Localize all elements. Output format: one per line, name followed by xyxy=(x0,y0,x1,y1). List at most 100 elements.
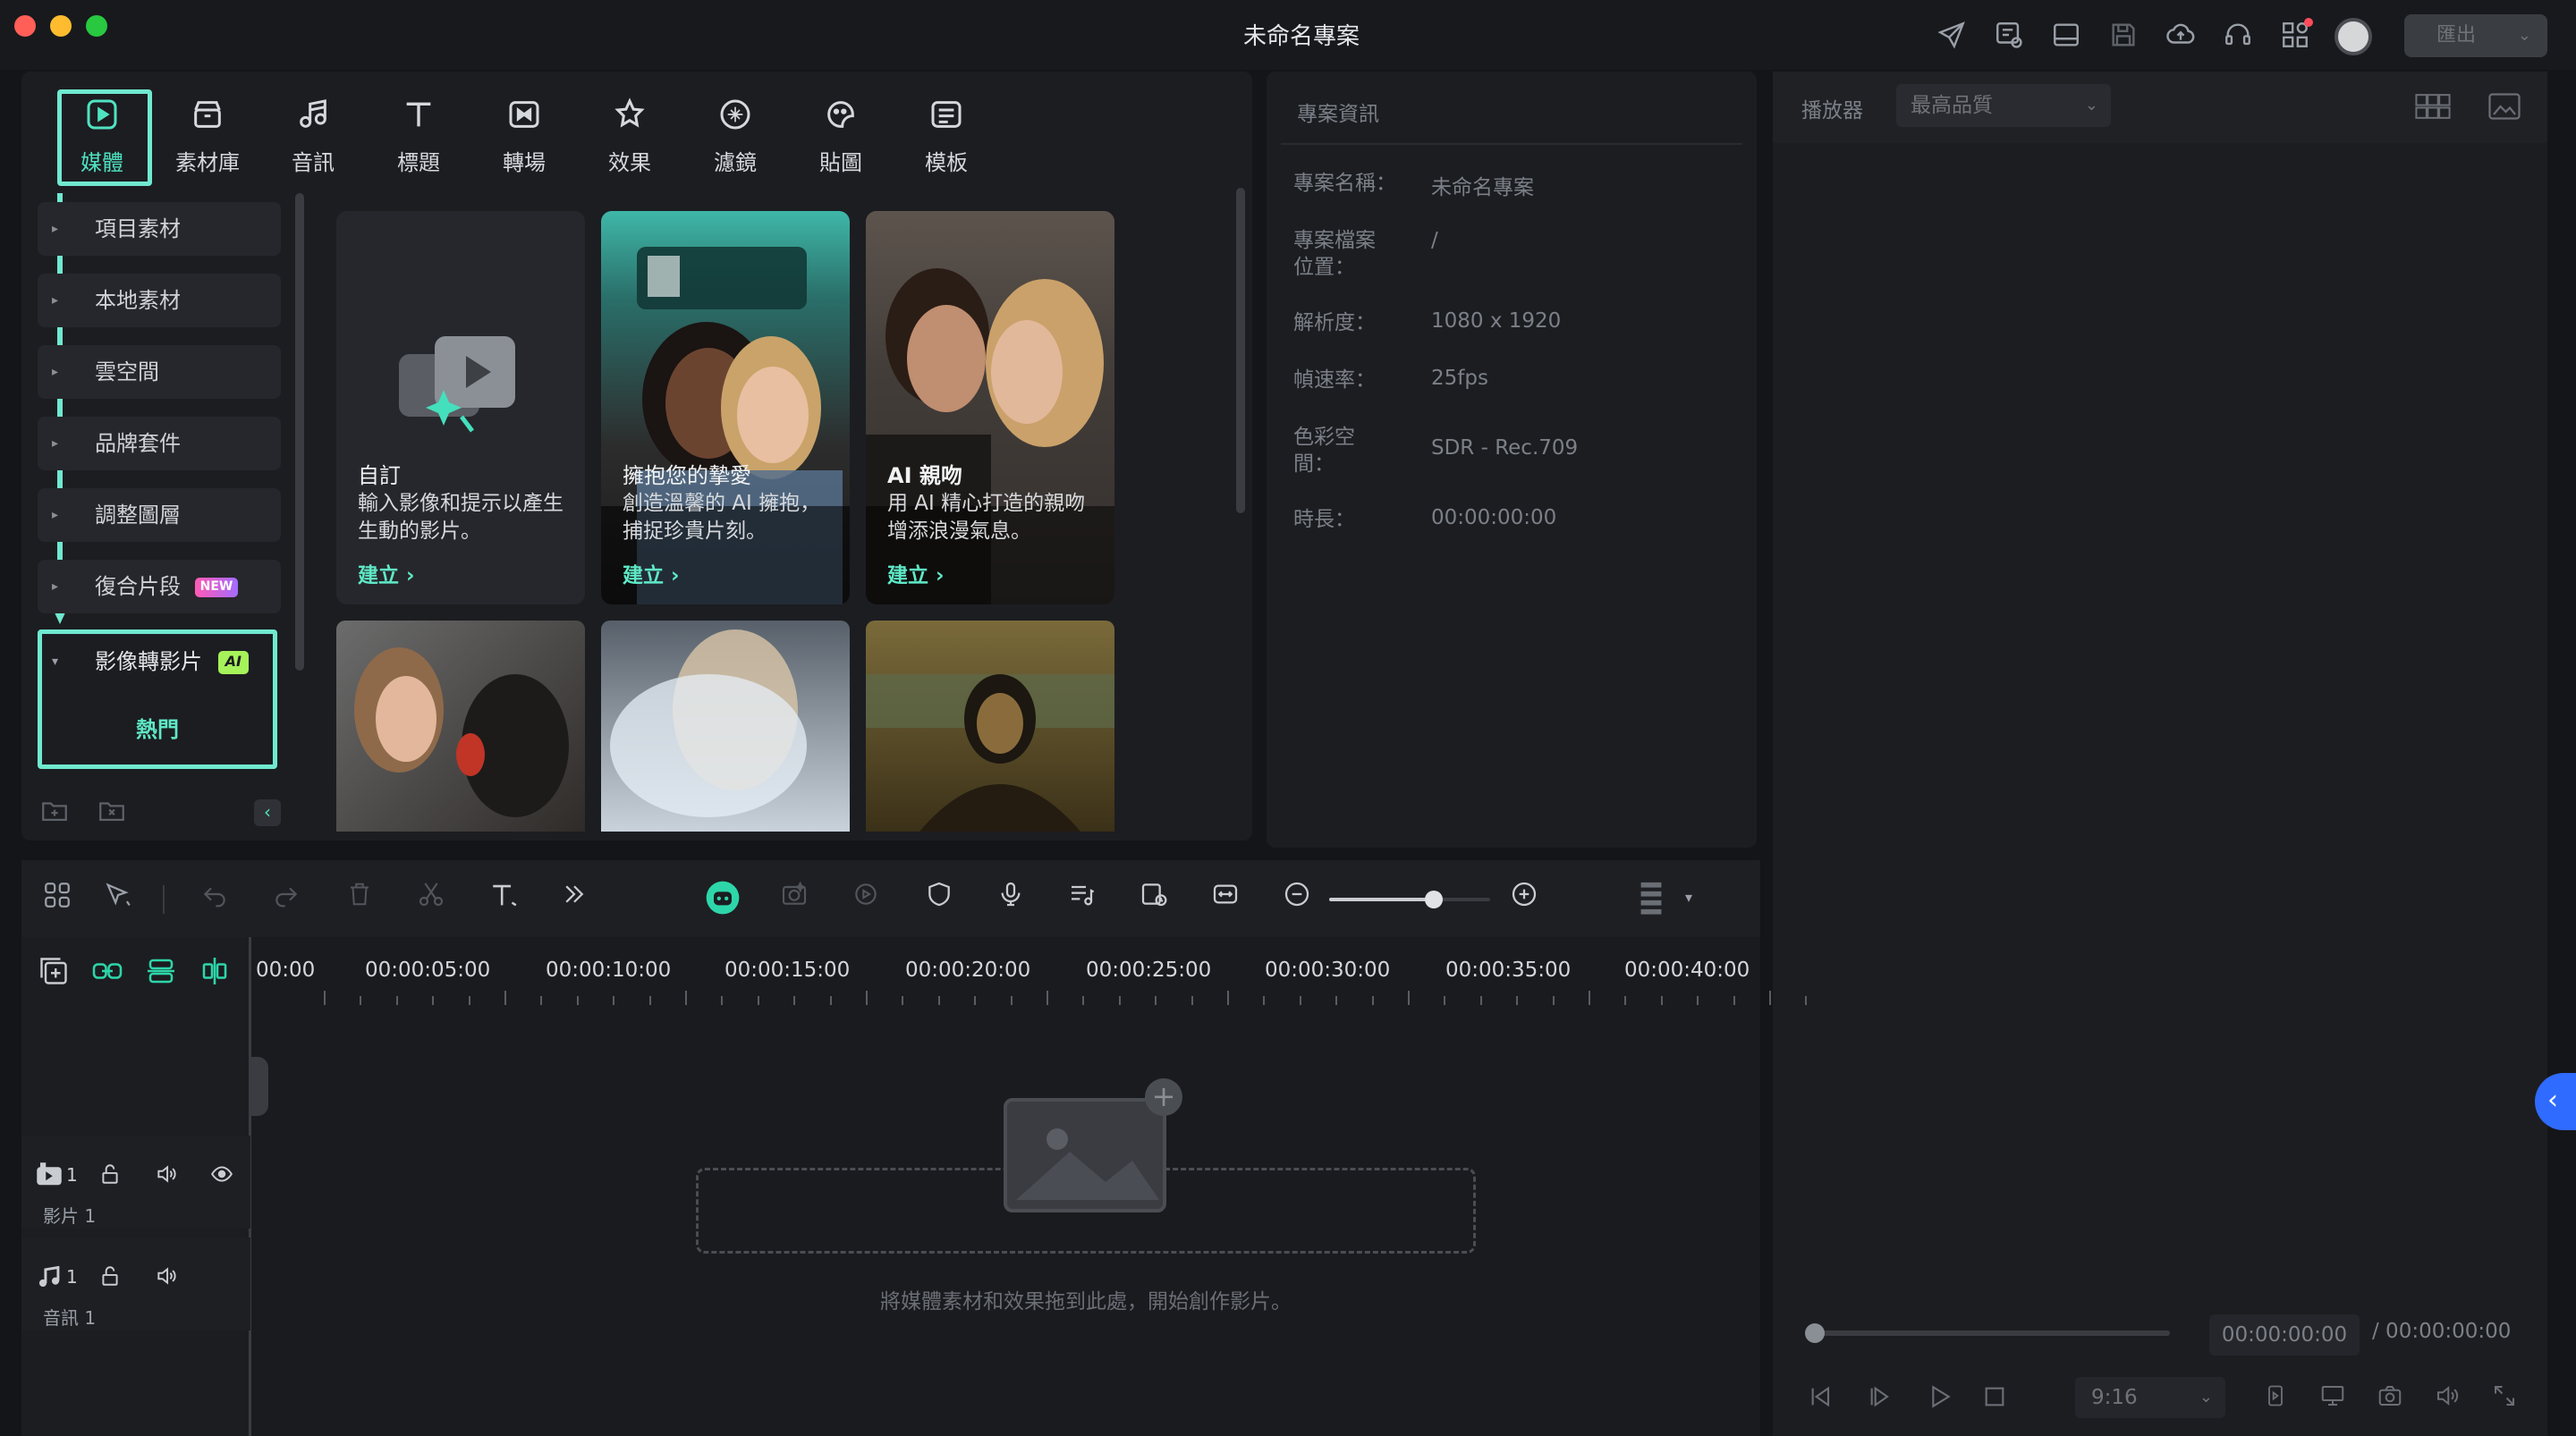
sidebar-item-adjustment-layer[interactable]: ▸ 調整圖層 xyxy=(38,488,281,542)
snap-icon[interactable] xyxy=(199,955,234,991)
text-tool-icon[interactable] xyxy=(485,880,524,919)
sidebar-item-project-media[interactable]: ▸ 項目素材 xyxy=(38,202,281,256)
lock-icon[interactable] xyxy=(98,1162,122,1191)
tab-transitions[interactable]: 轉場 xyxy=(481,97,567,186)
minimize-window-button[interactable] xyxy=(50,15,72,37)
task-list-icon[interactable] xyxy=(1993,20,2025,52)
undo-icon[interactable] xyxy=(195,880,234,919)
caret-down-icon[interactable]: ▾ xyxy=(1685,889,1692,906)
play-icon[interactable] xyxy=(1921,1382,1957,1417)
redo-icon[interactable] xyxy=(267,880,306,919)
sidebar-item-cloud-space[interactable]: ▸ 雲空間 xyxy=(38,345,281,399)
ai-image-icon[interactable] xyxy=(775,880,814,919)
tab-label: 濾鏡 xyxy=(714,150,757,175)
media-scrollbar[interactable] xyxy=(1236,188,1245,513)
display-icon[interactable] xyxy=(2315,1382,2351,1415)
cloud-upload-icon[interactable] xyxy=(2165,20,2197,52)
shield-icon[interactable] xyxy=(919,880,959,919)
scissors-icon[interactable] xyxy=(411,880,451,919)
collapse-sidebar-icon[interactable]: ‹ xyxy=(254,799,281,826)
layout-grid-icon[interactable] xyxy=(38,880,77,919)
sidebar-item-image-to-video[interactable]: ▾ 影像轉影片 AI xyxy=(45,637,270,687)
microphone-icon[interactable] xyxy=(991,880,1030,919)
playhead-handle[interactable] xyxy=(249,1057,268,1116)
camera-icon[interactable] xyxy=(2372,1382,2408,1415)
zoom-slider-handle[interactable] xyxy=(1425,891,1443,908)
more-tools-icon[interactable] xyxy=(555,880,594,919)
tab-filters[interactable]: 濾鏡 xyxy=(692,97,778,186)
template-thumbnail[interactable] xyxy=(866,621,1114,832)
stop-icon[interactable] xyxy=(1977,1382,2012,1417)
seek-handle[interactable] xyxy=(1805,1323,1825,1343)
tab-effects[interactable]: 效果 xyxy=(587,97,673,186)
card-create-link[interactable]: 建立 › xyxy=(358,558,415,588)
add-folder-icon[interactable] xyxy=(39,796,72,828)
ruler-ticks xyxy=(250,991,1808,1009)
close-window-button[interactable] xyxy=(14,15,36,37)
fullscreen-icon[interactable] xyxy=(2487,1382,2522,1415)
render-preview-icon[interactable] xyxy=(2258,1382,2293,1415)
track-layout-icon[interactable] xyxy=(1631,880,1671,919)
image-view-icon[interactable] xyxy=(2488,93,2521,122)
tab-stock[interactable]: 素材庫 xyxy=(165,97,250,186)
ai-assistant-icon[interactable] xyxy=(703,880,742,919)
sidebar-item-local-media[interactable]: ▸ 本地素材 xyxy=(38,274,281,327)
avatar[interactable] xyxy=(2334,18,2372,55)
sidebar-item-compound-clip[interactable]: ▸ 復合片段 NEW xyxy=(38,560,281,613)
apps-icon[interactable] xyxy=(2279,18,2313,52)
card-create-link[interactable]: 建立 › xyxy=(623,558,680,588)
ruler-tick xyxy=(685,991,687,1005)
zoom-out-icon[interactable] xyxy=(1277,880,1317,919)
lock-icon[interactable] xyxy=(98,1264,122,1293)
audio-list-icon[interactable] xyxy=(1063,880,1102,919)
template-thumbnail[interactable] xyxy=(601,621,850,832)
headset-icon[interactable] xyxy=(2222,20,2254,52)
quality-dropdown[interactable]: 最高品質 ⌄ xyxy=(1896,84,2111,127)
delete-folder-icon[interactable] xyxy=(97,796,129,828)
ai-video-edit-icon[interactable] xyxy=(846,880,886,919)
sidebar-subitem-popular[interactable]: 熱門 xyxy=(45,706,270,753)
grid-view-icon[interactable] xyxy=(2415,93,2451,122)
eye-icon[interactable] xyxy=(209,1162,234,1191)
card-create-link[interactable]: 建立 › xyxy=(887,558,945,588)
track-manager-icon[interactable] xyxy=(145,955,181,991)
select-tool-icon[interactable] xyxy=(98,880,138,919)
tab-templates[interactable]: 模板 xyxy=(903,97,989,186)
delete-icon[interactable] xyxy=(340,880,379,919)
add-media-icon[interactable]: + xyxy=(1145,1078,1182,1116)
seek-bar[interactable] xyxy=(1814,1330,2170,1336)
template-thumbnail[interactable] xyxy=(336,621,585,832)
save-icon[interactable] xyxy=(2107,20,2140,52)
layout-icon[interactable] xyxy=(2050,20,2082,52)
prev-frame-icon[interactable] xyxy=(1803,1382,1839,1417)
send-icon[interactable] xyxy=(1936,20,1968,52)
speaker-icon[interactable] xyxy=(154,1162,179,1191)
fit-icon[interactable] xyxy=(1206,880,1245,919)
auto-sync-icon[interactable] xyxy=(1134,880,1174,919)
ruler-tick xyxy=(395,996,398,1005)
tab-audio[interactable]: 音訊 xyxy=(270,97,356,186)
card-embrace[interactable]: 擁抱您的摯愛 創造溫馨的 AI 擁抱，捕捉珍貴片刻。 建立 › xyxy=(601,211,850,604)
player-panel xyxy=(1773,72,2547,1436)
export-button[interactable]: 匯出 ⌄ xyxy=(2404,14,2547,57)
aspect-ratio-dropdown[interactable]: 9:16 ⌄ xyxy=(2075,1377,2225,1418)
zoom-in-icon[interactable] xyxy=(1504,880,1544,919)
link-icon[interactable] xyxy=(91,955,127,991)
card-custom[interactable]: 自訂 輸入影像和提示以產生生動的影片。 建立 › xyxy=(336,211,585,604)
card-ai-kiss[interactable]: AI 親吻 用 AI 精心打造的親吻增添浪漫氣息。 建立 › xyxy=(866,211,1114,604)
add-track-icon[interactable] xyxy=(38,955,73,991)
tab-titles[interactable]: 標題 xyxy=(376,97,462,186)
video-track-icon xyxy=(36,1162,63,1193)
next-frame-icon[interactable] xyxy=(1862,1382,1898,1417)
tab-stickers[interactable]: 貼圖 xyxy=(798,97,884,186)
chevron-down-icon[interactable]: ⌄ xyxy=(2518,14,2531,57)
volume-icon[interactable] xyxy=(2429,1382,2465,1415)
ruler-tick xyxy=(1299,996,1301,1005)
ruler-tick xyxy=(793,996,796,1005)
sidebar-scrollbar[interactable] xyxy=(295,193,304,671)
sidebar-item-brand-kit[interactable]: ▸ 品牌套件 xyxy=(38,417,281,470)
ruler-tick xyxy=(1191,996,1193,1005)
maximize-window-button[interactable] xyxy=(86,15,107,37)
speaker-icon[interactable] xyxy=(154,1264,179,1293)
current-time[interactable]: 00:00:00:00 xyxy=(2209,1314,2360,1356)
